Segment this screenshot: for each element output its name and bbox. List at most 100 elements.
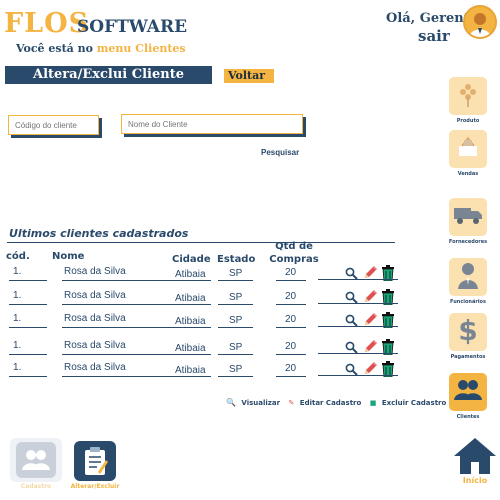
cell-estado: SP bbox=[229, 342, 243, 353]
legend-edit-label: Editar Cadastro bbox=[299, 399, 362, 407]
row-underline bbox=[171, 304, 211, 305]
row-underline bbox=[62, 354, 188, 355]
view-magnifier-icon[interactable] bbox=[345, 289, 359, 304]
truck-icon bbox=[453, 205, 483, 229]
row-underline bbox=[171, 280, 211, 281]
location-prefix: Você está no bbox=[16, 42, 97, 55]
sidebar-item-fornecedores[interactable] bbox=[449, 198, 487, 236]
cell-cidade: Atibaia bbox=[175, 269, 206, 280]
avatar[interactable] bbox=[463, 5, 497, 39]
view-magnifier-icon[interactable] bbox=[345, 265, 359, 280]
svg-text:$: $ bbox=[458, 315, 477, 345]
cell-estado: SP bbox=[229, 268, 243, 279]
sidebar-item-pagamentos[interactable]: $ bbox=[449, 313, 487, 351]
home-icon bbox=[454, 438, 496, 474]
cell-nome: Rosa da Silva bbox=[64, 313, 126, 324]
cell-qtd: 20 bbox=[285, 363, 297, 374]
view-magnifier-icon[interactable] bbox=[345, 339, 359, 354]
edit-pencil-icon[interactable] bbox=[363, 289, 377, 303]
cell-nome: Rosa da Silva bbox=[64, 362, 126, 373]
sidebar-item-clientes[interactable] bbox=[449, 373, 487, 411]
row-underline bbox=[218, 327, 253, 328]
row-underline bbox=[62, 304, 188, 305]
edit-pencil-icon[interactable] bbox=[363, 265, 377, 279]
cell-estado: SP bbox=[229, 292, 243, 303]
delete-trash-icon[interactable] bbox=[381, 312, 395, 329]
home-button[interactable] bbox=[452, 436, 498, 476]
edit-pencil-icon[interactable] bbox=[363, 312, 377, 326]
row-underline bbox=[276, 354, 306, 355]
cell-cod: 1. bbox=[13, 313, 22, 324]
header-cod: cód. bbox=[6, 251, 30, 262]
sidebar-item-vendas[interactable] bbox=[449, 130, 487, 168]
row-underline bbox=[218, 304, 253, 305]
back-button[interactable]: Voltar bbox=[224, 69, 274, 83]
row-underline bbox=[171, 354, 211, 355]
section-title: Ultimos clientes cadastrados bbox=[9, 227, 189, 240]
row-underline bbox=[171, 376, 211, 377]
legend-edit: ✎ Editar Cadastro bbox=[288, 399, 364, 407]
view-magnifier-icon[interactable] bbox=[345, 361, 359, 376]
cell-cidade: Atibaia bbox=[175, 293, 206, 304]
cell-cidade: Atibaia bbox=[175, 316, 206, 327]
cart-icon bbox=[456, 136, 480, 162]
row-underline bbox=[318, 303, 398, 304]
row-underline bbox=[218, 376, 253, 377]
legend-delete: ■ Excluir Cadastro bbox=[370, 399, 450, 407]
edit-pencil-icon[interactable] bbox=[363, 361, 377, 375]
tab-alterar-excluir[interactable] bbox=[74, 441, 116, 481]
cell-nome: Rosa da Silva bbox=[64, 266, 126, 277]
row-underline bbox=[62, 376, 188, 377]
cell-qtd: 20 bbox=[285, 267, 297, 278]
client-name-input[interactable] bbox=[121, 114, 303, 134]
location-menu: menu Clientes bbox=[96, 42, 186, 55]
row-underline bbox=[171, 327, 211, 328]
header-qtd: Qtd de Compras bbox=[269, 241, 319, 265]
cell-cod: 1. bbox=[13, 340, 22, 351]
edit-pencil-icon[interactable] bbox=[363, 339, 377, 353]
row-underline bbox=[9, 354, 47, 355]
header-cidade: Cidade bbox=[172, 254, 211, 265]
flower-icon bbox=[457, 81, 479, 111]
row-underline bbox=[218, 354, 253, 355]
tab-cadastro-label: Cadastro bbox=[20, 483, 52, 490]
sidebar-item-produto[interactable] bbox=[449, 77, 487, 115]
view-magnifier-icon[interactable] bbox=[345, 312, 359, 327]
legend-view-label: Visualizar bbox=[241, 399, 281, 407]
client-code-input[interactable] bbox=[8, 115, 99, 135]
magnifier-icon: 🔍 bbox=[226, 398, 236, 407]
sidebar-item-label: Produto bbox=[456, 118, 480, 124]
search-button[interactable]: Pesquisar bbox=[261, 148, 299, 157]
sidebar-item-funcionrios[interactable] bbox=[449, 258, 487, 296]
row-underline bbox=[318, 326, 398, 327]
pencil-icon: ✎ bbox=[288, 399, 295, 407]
delete-trash-icon[interactable] bbox=[381, 361, 395, 378]
delete-trash-icon[interactable] bbox=[381, 265, 395, 282]
row-underline bbox=[62, 327, 188, 328]
row-underline bbox=[276, 376, 306, 377]
sidebar-item-label: Fornecedores bbox=[448, 239, 488, 245]
tab-cadastro[interactable] bbox=[10, 438, 62, 482]
cell-estado: SP bbox=[229, 364, 243, 375]
cell-cod: 1. bbox=[13, 266, 22, 277]
row-underline bbox=[9, 376, 47, 377]
header-nome: Nome bbox=[52, 251, 85, 262]
delete-trash-icon[interactable] bbox=[381, 289, 395, 306]
row-underline bbox=[9, 327, 47, 328]
users-icon bbox=[22, 450, 50, 470]
row-underline bbox=[318, 279, 398, 280]
logout-link[interactable]: sair bbox=[418, 27, 450, 45]
row-underline bbox=[318, 375, 398, 376]
tab-alterar-excluir-label: Alterar/Excluir bbox=[70, 483, 120, 490]
header-estado: Estado bbox=[217, 254, 256, 265]
user-avatar-icon bbox=[469, 13, 491, 37]
delete-trash-icon[interactable] bbox=[381, 339, 395, 356]
sidebar-item-label: Funcionários bbox=[450, 299, 486, 305]
cell-nome: Rosa da Silva bbox=[64, 340, 126, 351]
cell-estado: SP bbox=[229, 315, 243, 326]
employee-icon bbox=[456, 261, 480, 293]
sidebar-item-label: Pagamentos bbox=[450, 354, 486, 360]
brand-software: SOFTWARE bbox=[77, 17, 188, 37]
clipboard-icon bbox=[85, 447, 108, 475]
sidebar-item-label: Vendas bbox=[457, 171, 479, 177]
